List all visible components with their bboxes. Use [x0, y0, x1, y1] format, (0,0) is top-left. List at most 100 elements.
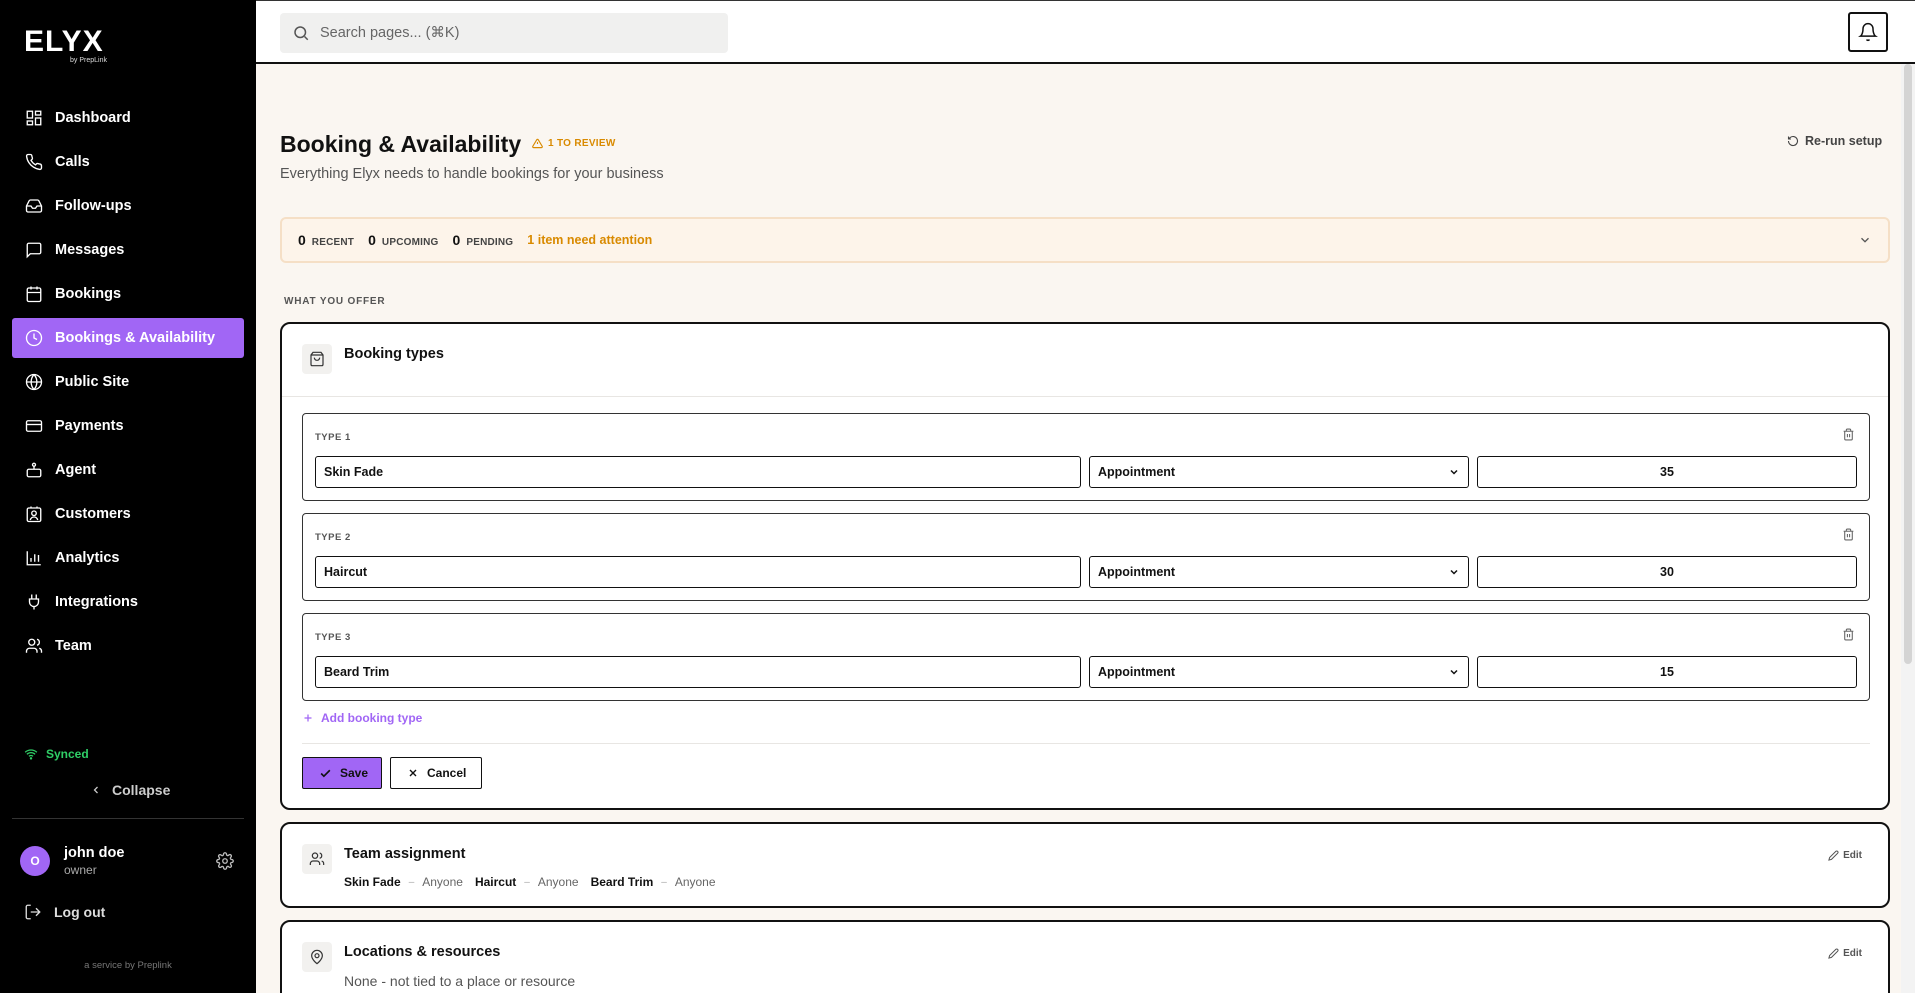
review-badge[interactable]: 1 TO REVIEW [532, 138, 616, 149]
notifications-button[interactable] [1848, 12, 1888, 52]
select-value: Appointment [1098, 565, 1176, 579]
sidebar-item-payments[interactable]: Payments [12, 406, 244, 446]
collapse-button[interactable]: Collapse [90, 782, 170, 798]
sidebar-item-follow-ups[interactable]: Follow-ups [12, 186, 244, 226]
chevron-down-icon [1448, 566, 1460, 578]
stat-pending-count: 0 [452, 232, 461, 248]
sidebar-item-label: Dashboard [55, 110, 131, 126]
sidebar-item-label: Agent [55, 462, 97, 478]
user-profile[interactable]: O john doe owner [20, 845, 124, 877]
booking-name-input[interactable]: Haircut [315, 556, 1081, 588]
sidebar-item-label: Team [55, 638, 92, 654]
wifi-icon [24, 747, 38, 761]
booking-kind-select[interactable]: Appointment [1089, 556, 1469, 588]
cancel-button[interactable]: Cancel [390, 757, 482, 789]
scrollbar[interactable] [1901, 64, 1915, 993]
assignment-summary: Skin Fade – Anyone Haircut – Anyone Bear… [344, 875, 728, 889]
booking-duration-input[interactable]: 15 [1477, 656, 1857, 688]
card-divider [282, 396, 1888, 397]
sidebar-item-dashboard[interactable]: Dashboard [12, 98, 244, 138]
booking-type-row: TYPE 1 Skin Fade Appointment 35 [302, 413, 1870, 501]
locations-card: Locations & resources Edit None - not ti… [280, 920, 1890, 993]
plug-icon [24, 592, 44, 612]
bell-icon [1858, 22, 1878, 42]
credit-card-icon [24, 416, 44, 436]
sidebar-item-calls[interactable]: Calls [12, 142, 244, 182]
card-title: Booking types [344, 346, 444, 362]
sidebar-item-analytics[interactable]: Analytics [12, 538, 244, 578]
user-name: john doe [64, 845, 125, 861]
sidebar-item-integrations[interactable]: Integrations [12, 582, 244, 622]
refresh-icon [1787, 135, 1799, 147]
section-label: WHAT YOU OFFER [284, 296, 386, 307]
booking-name-input[interactable]: Beard Trim [315, 656, 1081, 688]
stat-upcoming-count: 0 [368, 232, 376, 248]
assignment-separator: – [408, 876, 415, 888]
edit-button[interactable]: Edit [1828, 948, 1862, 959]
sidebar-item-bookings-availability[interactable]: Bookings & Availability [12, 318, 244, 358]
edit-button[interactable]: Edit [1828, 850, 1862, 861]
sidebar-item-public-site[interactable]: Public Site [12, 362, 244, 402]
phone-icon [24, 152, 44, 172]
attention-alert: 1 item need attention [527, 233, 653, 247]
stat-recent-count: 0 [298, 232, 306, 248]
stat-pending: 0 PENDING [453, 232, 514, 248]
logo-tagline: by PrepLink [70, 57, 107, 64]
sidebar-item-bookings[interactable]: Bookings [12, 274, 244, 314]
contact-icon [24, 504, 44, 524]
sidebar-item-label: Follow-ups [55, 198, 132, 214]
users-icon [24, 636, 44, 656]
assignment-member: Anyone [674, 875, 716, 889]
calendar-icon [24, 284, 44, 304]
sidebar-item-customers[interactable]: Customers [12, 494, 244, 534]
sidebar-item-label: Analytics [55, 550, 120, 566]
stat-upcoming: 0 UPCOMING [368, 232, 438, 248]
sidebar-item-label: Integrations [55, 594, 138, 610]
sidebar-item-team[interactable]: Team [12, 626, 244, 666]
search-box[interactable] [280, 13, 728, 53]
sidebar-item-agent[interactable]: Agent [12, 450, 244, 490]
booking-duration-input[interactable]: 35 [1477, 456, 1857, 488]
trash-icon[interactable] [1842, 428, 1855, 441]
logout-label: Log out [54, 904, 106, 920]
check-icon [319, 767, 332, 780]
collapse-label: Collapse [112, 782, 171, 798]
page-subtitle: Everything Elyx needs to handle bookings… [280, 166, 664, 182]
sidebar-nav: Dashboard Calls Follow-ups Messages Book… [12, 98, 244, 670]
plus-icon [302, 712, 314, 724]
trash-icon[interactable] [1842, 628, 1855, 641]
chevron-left-icon [90, 784, 102, 796]
booking-type-row: TYPE 3 Beard Trim Appointment 15 [302, 613, 1870, 701]
add-booking-type-button[interactable]: Add booking type [302, 711, 422, 725]
page-title: Booking & Availability [280, 131, 522, 157]
booking-kind-select[interactable]: Appointment [1089, 656, 1469, 688]
booking-kind-select[interactable]: Appointment [1089, 456, 1469, 488]
booking-type-row: TYPE 2 Haircut Appointment 30 [302, 513, 1870, 601]
search-input[interactable] [320, 25, 700, 41]
booking-type-label: TYPE 2 [315, 532, 351, 543]
edit-label: Edit [1843, 850, 1862, 861]
main-content: Booking & Availability 1 TO REVIEW Every… [256, 66, 1915, 993]
rerun-setup-button[interactable]: Re-run setup [1787, 134, 1882, 148]
sidebar: ELYX by PrepLink Dashboard Calls Follow-… [0, 0, 256, 993]
trash-icon[interactable] [1842, 528, 1855, 541]
brand-logo[interactable]: ELYX by PrepLink [24, 26, 107, 65]
sync-status: Synced [24, 747, 89, 761]
users-icon [302, 844, 332, 874]
pencil-icon [1828, 948, 1839, 959]
scrollbar-thumb[interactable] [1904, 64, 1912, 664]
stat-upcoming-label: UPCOMING [381, 237, 439, 248]
sidebar-item-label: Calls [55, 154, 90, 170]
team-assignment-card: Team assignment Edit Skin Fade – Anyone … [280, 822, 1890, 908]
sidebar-item-messages[interactable]: Messages [12, 230, 244, 270]
booking-duration-input[interactable]: 30 [1477, 556, 1857, 588]
logout-button[interactable]: Log out [24, 903, 105, 921]
map-pin-icon [302, 942, 332, 972]
gear-icon[interactable] [216, 852, 234, 870]
booking-name-input[interactable]: Skin Fade [315, 456, 1081, 488]
chevron-down-icon[interactable] [1858, 233, 1872, 247]
stat-recent-label: RECENT [311, 237, 355, 248]
save-button[interactable]: Save [302, 757, 382, 789]
chevron-down-icon [1448, 666, 1460, 678]
stats-bar[interactable]: 0 RECENT 0 UPCOMING 0 PENDING 1 item nee… [280, 217, 1890, 263]
